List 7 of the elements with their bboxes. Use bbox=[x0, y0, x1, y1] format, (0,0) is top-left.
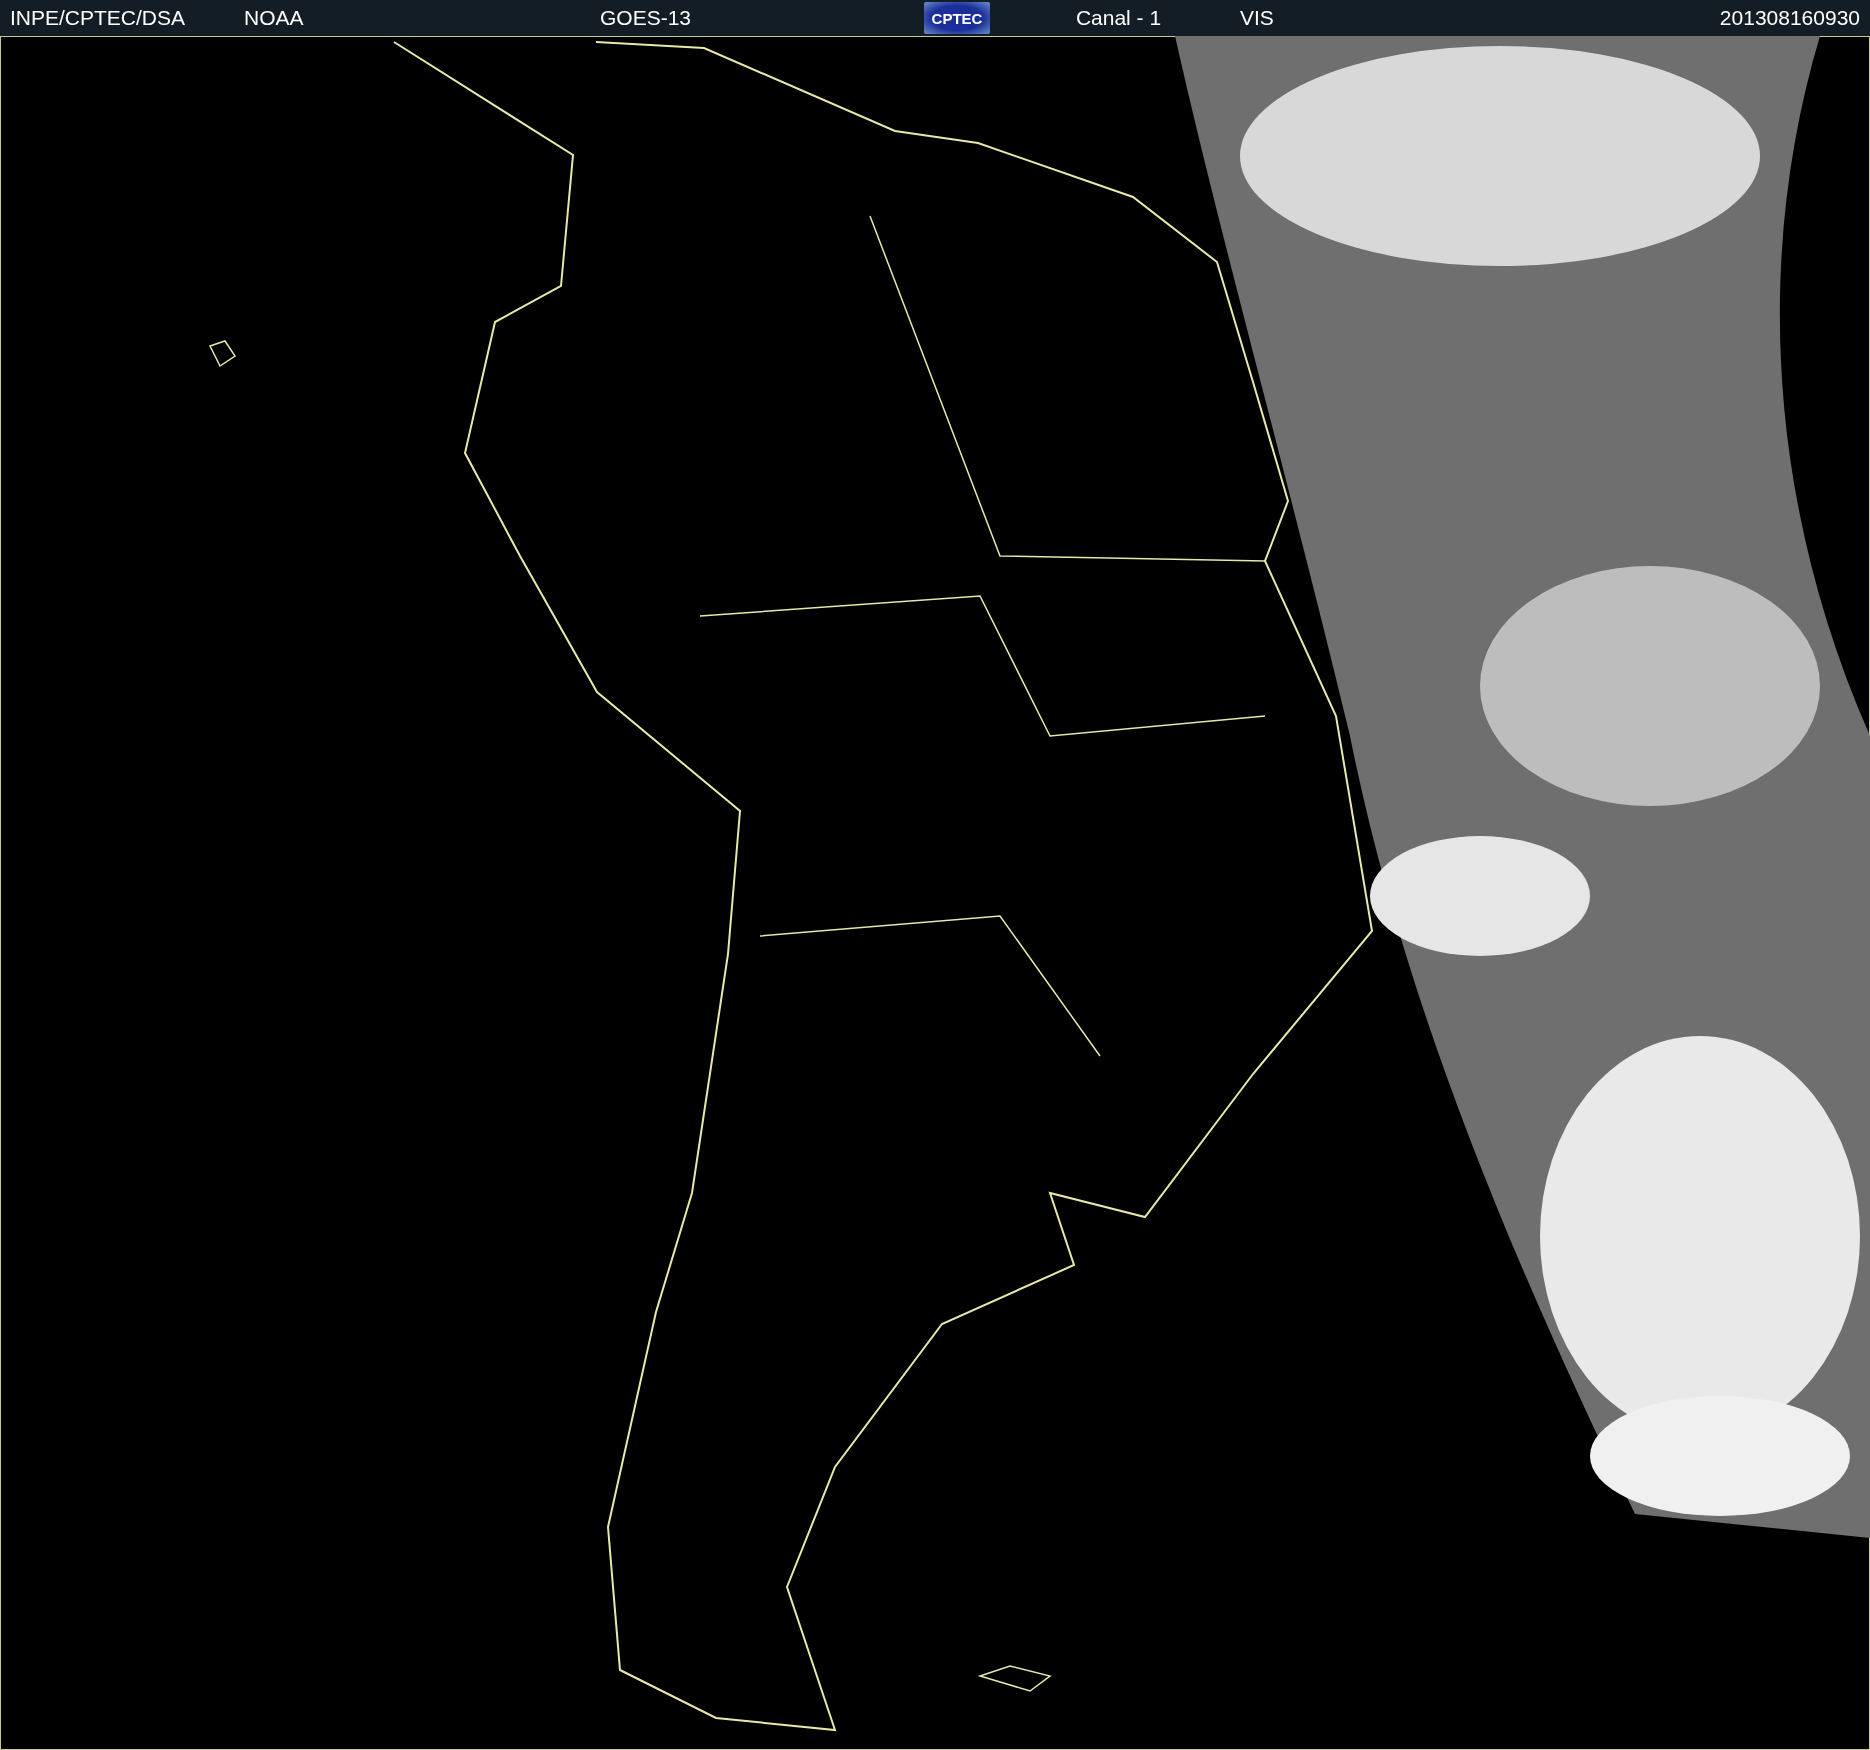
band-label: VIS bbox=[1240, 6, 1274, 30]
channel-label: Canal - 1 bbox=[1075, 6, 1162, 30]
source-label: INPE/CPTEC/DSA bbox=[10, 6, 186, 30]
agency-label: NOAA bbox=[244, 6, 304, 30]
timestamp-label: 201308160930 bbox=[1719, 6, 1860, 30]
satellite-label: GOES-13 bbox=[600, 6, 692, 30]
logo: CPTEC bbox=[924, 2, 990, 34]
